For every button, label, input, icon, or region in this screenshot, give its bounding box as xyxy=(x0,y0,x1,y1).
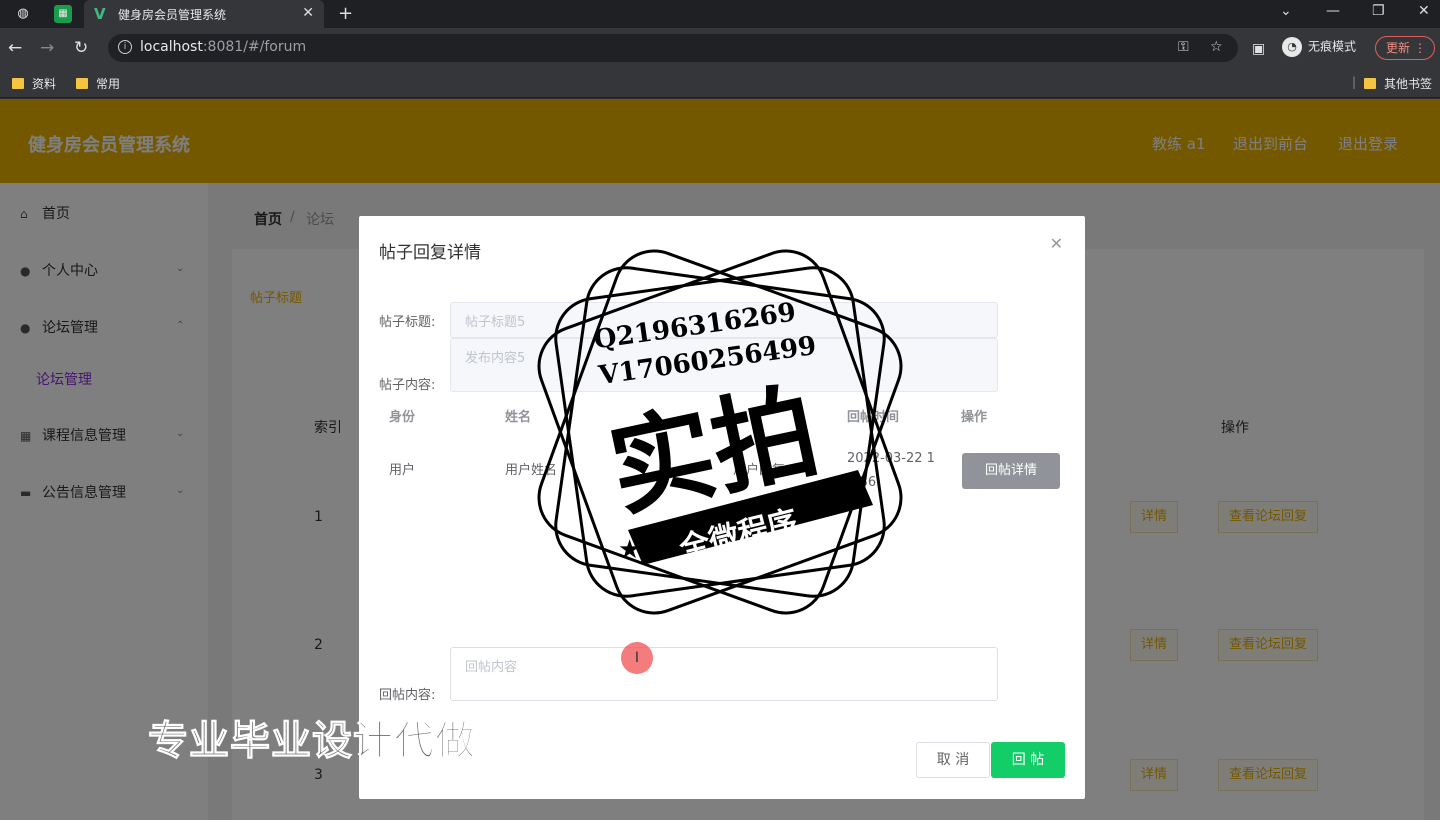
reply-detail-button[interactable]: 回帖详情 xyxy=(962,453,1060,489)
update-button[interactable]: 更新 ⋮ xyxy=(1375,36,1435,60)
close-tab-icon[interactable]: ✕ xyxy=(302,5,314,21)
vue-logo-icon: V xyxy=(94,5,106,23)
key-icon[interactable]: ⚿ xyxy=(1178,39,1189,55)
sheets-tab-icon[interactable]: ▦ xyxy=(54,5,72,23)
reply-header-role: 身份 xyxy=(389,410,416,425)
reload-icon[interactable]: ↻ xyxy=(74,38,88,58)
tab-search-icon[interactable]: ⌄ xyxy=(1280,3,1292,19)
folder-icon xyxy=(1364,78,1376,89)
url-text[interactable]: localhost:8081/#/forum xyxy=(140,39,306,55)
more-menu-icon: ⋮ xyxy=(1414,41,1426,55)
reply-content-textarea[interactable]: 回帖内容 xyxy=(450,647,998,701)
back-icon[interactable]: ← xyxy=(8,38,22,58)
submit-reply-button[interactable]: 回 帖 xyxy=(991,742,1065,778)
watermark-footer: 专业毕业设计代做 xyxy=(148,718,476,765)
sidepanel-icon[interactable]: ▣ xyxy=(1252,39,1265,59)
bookmarks-divider: | xyxy=(1352,75,1357,89)
url-bar[interactable]: i localhost:8081/#/forum ⚿ ☆ xyxy=(108,34,1238,62)
minimize-icon[interactable]: — xyxy=(1326,3,1340,19)
restore-icon[interactable]: ❐ xyxy=(1372,3,1385,19)
url-path: :8081/#/forum xyxy=(202,39,307,55)
bookmark-label: 常用 xyxy=(96,77,121,91)
incognito-label: 无痕模式 xyxy=(1308,39,1357,54)
window-close-icon[interactable]: ✕ xyxy=(1418,3,1430,19)
forward-icon[interactable]: → xyxy=(40,38,54,58)
browser-tab-bar: ◍ ▦ V 健身房会员管理系统 ✕ + ⌄ — ❐ ✕ xyxy=(0,0,1440,28)
watermark-stamp: Q2196316269 V17060256499 实拍 全微程序 ★ ★ xyxy=(537,249,903,615)
incognito-icon: ◔ xyxy=(1282,37,1302,57)
cursor-highlight: I xyxy=(621,642,653,674)
reply-content-label: 回帖内容: xyxy=(379,688,436,703)
incognito-indicator[interactable]: ◔ 无痕模式 xyxy=(1282,37,1356,57)
other-bookmarks-label: 其他书签 xyxy=(1384,77,1433,91)
reply-header-action: 操作 xyxy=(961,410,988,425)
tab-active[interactable]: V 健身房会员管理系统 ✕ xyxy=(84,0,324,28)
url-host: localhost xyxy=(140,39,203,55)
bookmark-star-icon[interactable]: ☆ xyxy=(1210,39,1223,55)
bookmark-folder-changyong[interactable]: 常用 xyxy=(76,75,120,92)
close-icon[interactable]: ✕ xyxy=(1050,234,1063,253)
tab-title: 健身房会员管理系统 xyxy=(118,8,227,22)
address-toolbar: ← → ↻ i localhost:8081/#/forum ⚿ ☆ ▣ ◔ 无痕… xyxy=(0,28,1440,68)
dialog-title: 帖子回复详情 xyxy=(379,243,481,263)
post-title-label: 帖子标题: xyxy=(379,315,436,330)
bookmarks-bar: 资料 常用 | 其他书签 xyxy=(0,68,1440,98)
folder-icon xyxy=(12,78,24,89)
star-icon: ★ xyxy=(838,475,861,505)
new-tab-button[interactable]: + xyxy=(338,3,353,24)
site-info-icon[interactable]: i xyxy=(118,40,132,54)
bookmark-label: 资料 xyxy=(32,77,57,91)
star-icon: ★ xyxy=(618,535,641,565)
cancel-button[interactable]: 取 消 xyxy=(916,742,990,778)
globe-icon[interactable]: ◍ xyxy=(14,5,32,23)
other-bookmarks[interactable]: 其他书签 xyxy=(1364,75,1432,92)
reply-role: 用户 xyxy=(389,463,416,478)
post-content-label: 帖子内容: xyxy=(379,378,436,393)
folder-icon xyxy=(76,78,88,89)
bookmark-folder-ziliao[interactable]: 资料 xyxy=(12,75,56,92)
update-label: 更新 xyxy=(1386,41,1411,55)
